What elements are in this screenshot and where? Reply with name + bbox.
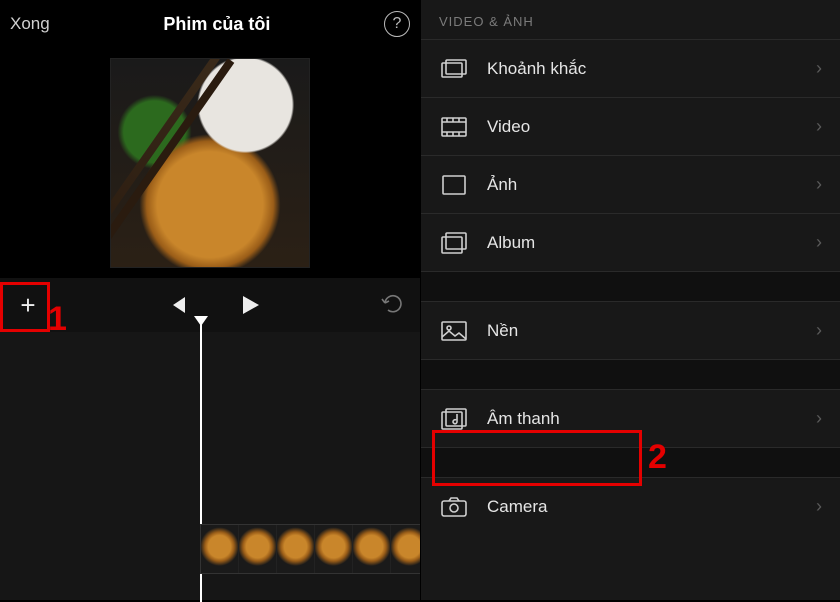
chevron-right-icon: › <box>816 58 822 79</box>
chevron-right-icon: › <box>816 174 822 195</box>
section-header: VIDEO & ẢNH <box>421 0 840 39</box>
menu-item-label: Video <box>487 117 530 137</box>
undo-icon[interactable] <box>380 292 406 319</box>
media-menu-panel: VIDEO & ẢNH Khoảnh khắc › Video › Ảnh › … <box>420 0 840 600</box>
editor-panel: Xong Phim của tôi ? + 1 <box>0 0 420 600</box>
menu-item-label: Âm thanh <box>487 409 560 429</box>
menu-item-label: Ảnh <box>487 175 517 195</box>
menu-item-album[interactable]: Album › <box>421 213 840 271</box>
video-clip[interactable] <box>200 524 430 574</box>
photo-icon <box>439 173 469 197</box>
background-icon <box>439 319 469 343</box>
chevron-right-icon: › <box>816 116 822 137</box>
chevron-right-icon: › <box>816 232 822 253</box>
preview-thumbnail <box>110 58 310 268</box>
menu-item-label: Camera <box>487 497 547 517</box>
editor-header: Xong Phim của tôi ? <box>0 0 420 48</box>
help-button[interactable]: ? <box>384 11 410 37</box>
menu-item-moments[interactable]: Khoảnh khắc › <box>421 39 840 97</box>
done-button[interactable]: Xong <box>10 14 50 34</box>
menu-separator <box>421 271 840 301</box>
chevron-right-icon: › <box>816 320 822 341</box>
annotation-box-1 <box>0 282 50 332</box>
menu-separator <box>421 359 840 389</box>
play-icon[interactable] <box>239 294 261 316</box>
chevron-right-icon: › <box>816 408 822 429</box>
menu-item-photo[interactable]: Ảnh › <box>421 155 840 213</box>
annotation-number-1: 1 <box>48 300 67 339</box>
menu-item-background[interactable]: Nền › <box>421 301 840 359</box>
menu-item-label: Album <box>487 233 535 253</box>
video-icon <box>439 115 469 139</box>
annotation-box-2 <box>432 430 642 486</box>
timeline[interactable] <box>0 332 420 600</box>
annotation-number-2: 2 <box>648 438 667 477</box>
camera-icon <box>439 495 469 519</box>
video-preview[interactable] <box>0 48 420 278</box>
menu-item-label: Nền <box>487 321 518 341</box>
project-title: Phim của tôi <box>163 14 270 35</box>
moments-icon <box>439 57 469 81</box>
chevron-right-icon: › <box>816 496 822 517</box>
skip-start-icon[interactable] <box>167 295 189 315</box>
album-icon <box>439 231 469 255</box>
menu-item-video[interactable]: Video › <box>421 97 840 155</box>
audio-icon <box>439 407 469 431</box>
menu-item-label: Khoảnh khắc <box>487 59 586 79</box>
